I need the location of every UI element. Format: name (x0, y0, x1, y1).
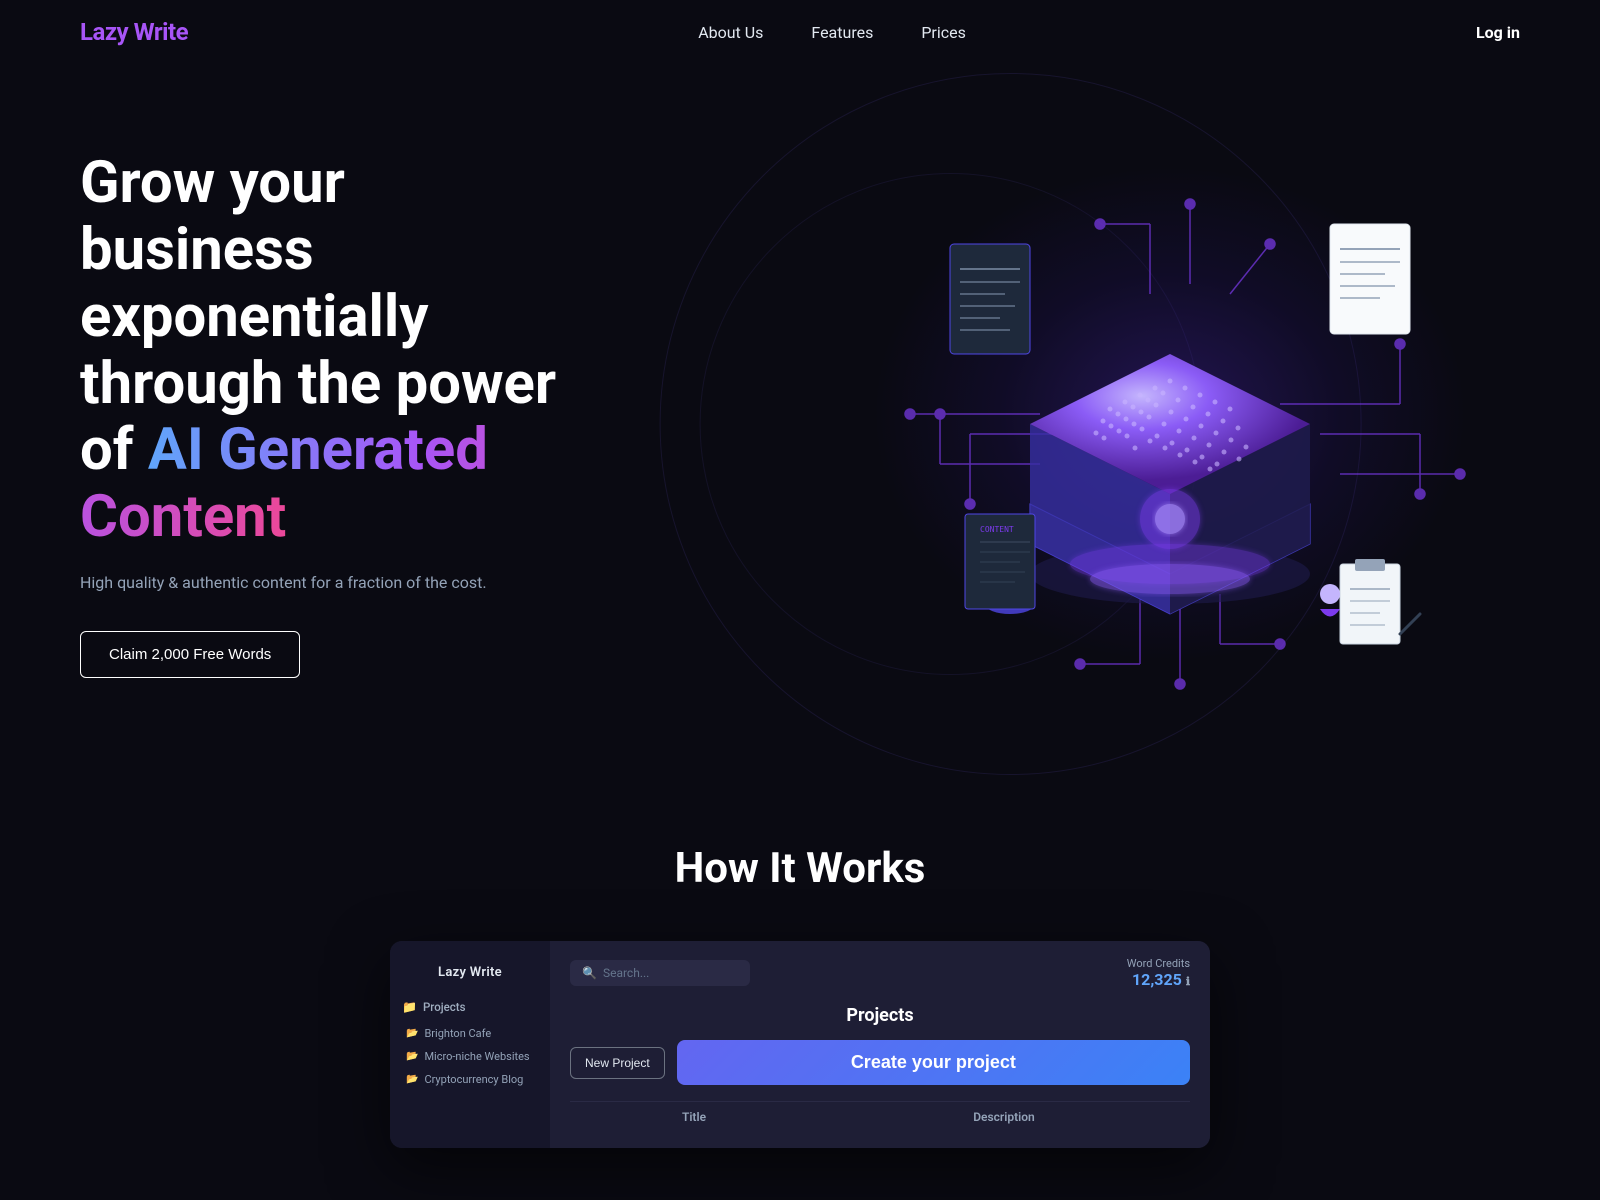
word-credits-value: 12,325 ℹ (1127, 970, 1190, 989)
how-it-works-title: How It Works (80, 844, 1520, 893)
word-credits-label: Word Credits (1127, 957, 1190, 970)
brand-logo: Lazy Write (80, 18, 188, 46)
sidebar-item-label-2: Micro-niche Websites (424, 1050, 529, 1063)
top-bar: 🔍 Search... Word Credits 12,325 ℹ (570, 957, 1190, 989)
sidebar-item-microniche[interactable]: 📂 Micro-niche Websites (402, 1045, 538, 1068)
sidebar-projects-header: 📁 Projects (402, 1000, 538, 1014)
table-header: Title Description (570, 1101, 1190, 1132)
nav-prices[interactable]: Prices (921, 23, 966, 42)
app-mockup: Lazy Write 📁 Projects 📂 Brighton Cafe 📂 … (390, 941, 1210, 1148)
svg-text:CONTENT: CONTENT (980, 525, 1014, 534)
projects-actions: New Project Create your project (570, 1040, 1190, 1085)
folder-small-icon-3: 📂 (406, 1074, 418, 1085)
sidebar-brand: Lazy Write (390, 957, 550, 996)
hero-illustration: CONTENT (820, 124, 1520, 704)
sidebar-section-label: Projects (423, 1000, 466, 1014)
nav-links: About Us Features Prices (698, 23, 966, 42)
search-placeholder: Search... (603, 966, 649, 980)
folder-icon: 📁 (402, 1000, 417, 1014)
sidebar-item-crypto[interactable]: 📂 Cryptocurrency Blog (402, 1068, 538, 1091)
hero-svg: CONTENT (820, 124, 1520, 704)
app-sidebar: Lazy Write 📁 Projects 📂 Brighton Cafe 📂 … (390, 941, 550, 1148)
folder-small-icon-2: 📂 (406, 1051, 418, 1062)
sidebar-item-brighton[interactable]: 📂 Brighton Cafe (402, 1022, 538, 1045)
hero-left: Grow your business exponentially through… (80, 150, 580, 677)
col-description-header: Description (818, 1110, 1190, 1124)
sidebar-item-label-3: Cryptocurrency Blog (424, 1073, 523, 1086)
word-credits: Word Credits 12,325 ℹ (1127, 957, 1190, 989)
search-box[interactable]: 🔍 Search... (570, 960, 750, 986)
nav-features[interactable]: Features (811, 23, 873, 42)
info-icon: ℹ (1186, 975, 1190, 988)
hero-section: Grow your business exponentially through… (0, 64, 1600, 784)
search-icon: 🔍 (582, 966, 597, 980)
hero-illustration-svg: CONTENT (820, 124, 1520, 704)
folder-small-icon-1: 📂 (406, 1028, 418, 1039)
hero-headline: Grow your business exponentially through… (80, 150, 580, 550)
new-project-button[interactable]: New Project (570, 1047, 665, 1079)
hero-subtext: High quality & authentic content for a f… (80, 571, 580, 595)
navbar: Lazy Write About Us Features Prices Log … (0, 0, 1600, 64)
hero-cta-button[interactable]: Claim 2,000 Free Words (80, 631, 300, 678)
sidebar-projects-section: 📁 Projects 📂 Brighton Cafe 📂 Micro-niche… (390, 996, 550, 1095)
projects-heading: Projects (570, 1005, 1190, 1026)
sidebar-item-label-1: Brighton Cafe (424, 1027, 491, 1040)
login-button[interactable]: Log in (1476, 23, 1520, 42)
app-main-content: 🔍 Search... Word Credits 12,325 ℹ Projec… (550, 941, 1210, 1148)
col-title-header: Title (570, 1110, 818, 1124)
nav-about[interactable]: About Us (698, 23, 763, 42)
create-project-button[interactable]: Create your project (677, 1040, 1190, 1085)
how-it-works-section: How It Works Lazy Write 📁 Projects 📂 Bri… (0, 784, 1600, 1148)
